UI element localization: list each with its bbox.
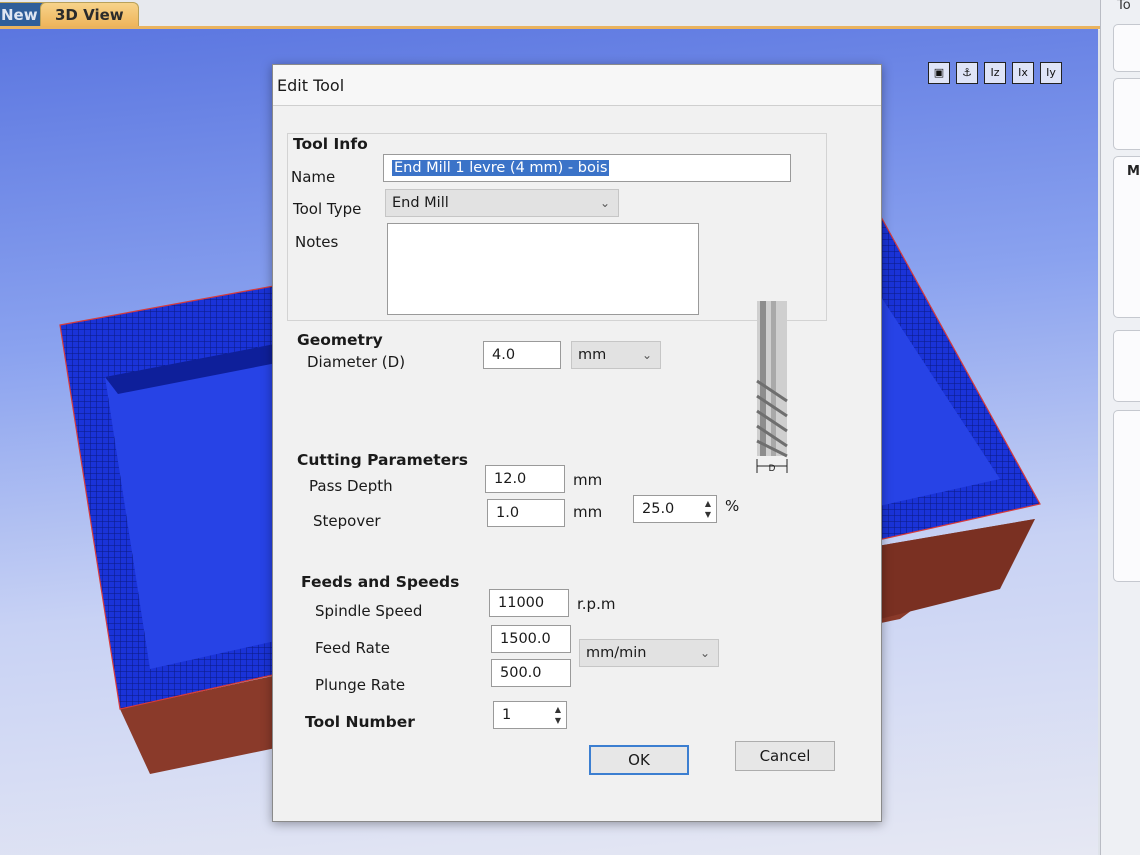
dialog-titlebar: Edit Tool bbox=[273, 65, 881, 106]
geometry-units-select[interactable]: mm ⌄ bbox=[571, 341, 661, 369]
tool-type-select[interactable]: End Mill ⌄ bbox=[385, 189, 619, 217]
cutting-parameters-heading: Cutting Parameters bbox=[297, 451, 469, 469]
spindle-speed-input[interactable]: 11000 bbox=[489, 589, 569, 617]
diameter-input[interactable]: 4.0 bbox=[483, 341, 561, 369]
spinner-arrows-icon[interactable]: ▲ ▼ bbox=[552, 704, 564, 726]
panel-header: To bbox=[1117, 0, 1131, 13]
end-mill-diagram: D bbox=[756, 301, 788, 474]
panel-section bbox=[1113, 410, 1140, 582]
chevron-down-icon: ⌄ bbox=[599, 196, 610, 210]
ok-button[interactable]: OK bbox=[589, 745, 689, 775]
chevron-down-icon: ⌄ bbox=[641, 348, 652, 362]
diameter-diagram-label: D bbox=[769, 464, 776, 474]
tool-number-spinner[interactable]: 1 ▲ ▼ bbox=[493, 701, 567, 729]
feed-rate-label: Feed Rate bbox=[315, 639, 390, 657]
spindle-speed-label: Spindle Speed bbox=[315, 602, 423, 620]
tool-type-label: Tool Type bbox=[293, 200, 362, 218]
spinner-arrows-icon[interactable]: ▲ ▼ bbox=[702, 498, 714, 520]
stepover-input[interactable]: 1.0 bbox=[487, 499, 565, 527]
stepover-percent-unit: % bbox=[725, 497, 740, 515]
pass-depth-value: 12.0 bbox=[494, 471, 527, 487]
tab-3d-view[interactable]: 3D View bbox=[40, 2, 139, 27]
feed-rate-input[interactable]: 1500.0 bbox=[491, 625, 571, 653]
tool-number-label: Tool Number bbox=[305, 713, 415, 731]
stepover-percent-value: 25.0 bbox=[642, 501, 675, 517]
toolpaths-panel: To M bbox=[1100, 0, 1140, 855]
spindle-speed-value: 11000 bbox=[498, 595, 545, 611]
name-input-value: End Mill 1 levre (4 mm) - bois bbox=[392, 160, 610, 176]
ix-icon[interactable]: Ix bbox=[1012, 62, 1034, 84]
notes-label: Notes bbox=[295, 233, 339, 251]
feed-rate-value: 1500.0 bbox=[500, 631, 551, 647]
geometry-heading: Geometry bbox=[297, 331, 383, 349]
pass-depth-label: Pass Depth bbox=[309, 477, 393, 495]
spindle-speed-unit: r.p.m bbox=[577, 595, 616, 613]
pass-depth-unit: mm bbox=[573, 471, 603, 489]
view-tab-bar: New 3D View bbox=[0, 0, 1100, 30]
tool-number-value: 1 bbox=[502, 707, 512, 723]
edit-tool-dialog: Edit Tool Tool Info Name End Mill 1 levr… bbox=[272, 64, 882, 822]
diameter-value: 4.0 bbox=[492, 347, 516, 363]
stepover-unit: mm bbox=[573, 503, 603, 521]
notes-textarea[interactable] bbox=[387, 223, 699, 315]
panel-tool-button[interactable] bbox=[1113, 24, 1140, 72]
stepover-percent-spinner[interactable]: 25.0 ▲ ▼ bbox=[633, 495, 717, 523]
chevron-down-icon: ⌄ bbox=[699, 646, 710, 660]
fit-view-icon[interactable]: ▣ bbox=[928, 62, 950, 84]
iy-icon[interactable]: Iy bbox=[1040, 62, 1062, 84]
panel-section bbox=[1113, 156, 1140, 318]
plunge-rate-label: Plunge Rate bbox=[315, 676, 406, 694]
panel-tool-button[interactable] bbox=[1113, 78, 1140, 150]
plunge-rate-input[interactable]: 500.0 bbox=[491, 659, 571, 687]
diameter-label: Diameter (D) bbox=[307, 353, 406, 371]
panel-tool-button[interactable] bbox=[1113, 330, 1140, 402]
stepover-label: Stepover bbox=[313, 512, 381, 530]
cancel-button[interactable]: Cancel bbox=[735, 741, 835, 771]
rate-units-value: mm/min bbox=[586, 645, 647, 661]
rate-units-select[interactable]: mm/min ⌄ bbox=[579, 639, 719, 667]
dialog-title: Edit Tool bbox=[277, 76, 345, 95]
feeds-speeds-heading: Feeds and Speeds bbox=[301, 573, 460, 591]
pass-depth-input[interactable]: 12.0 bbox=[485, 465, 565, 493]
iz-icon[interactable]: Iz bbox=[984, 62, 1006, 84]
anchor-icon[interactable]: ⚓ bbox=[956, 62, 978, 84]
tool-info-heading: Tool Info bbox=[293, 135, 368, 153]
tool-type-value: End Mill bbox=[392, 195, 449, 211]
geometry-units-value: mm bbox=[578, 347, 607, 363]
view-toolbar: ▣ ⚓ Iz Ix Iy bbox=[928, 62, 1062, 84]
name-input[interactable]: End Mill 1 levre (4 mm) - bois bbox=[383, 154, 791, 182]
stepover-value: 1.0 bbox=[496, 505, 520, 521]
name-label: Name bbox=[291, 168, 336, 186]
panel-section-label: M bbox=[1127, 164, 1140, 179]
plunge-rate-value: 500.0 bbox=[500, 665, 542, 681]
